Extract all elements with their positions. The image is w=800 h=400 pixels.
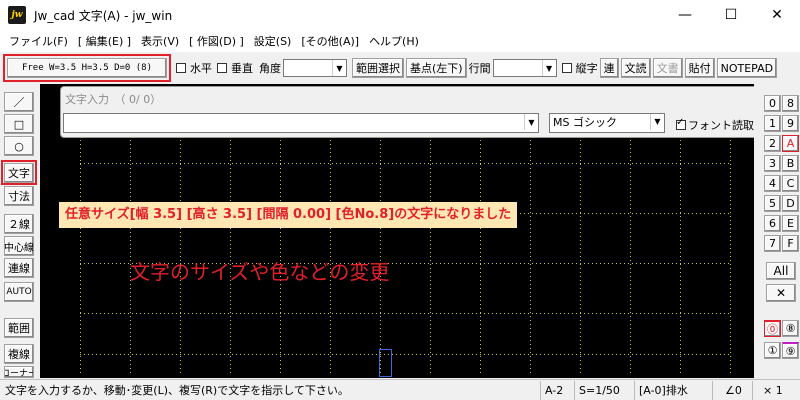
status-divider (752, 381, 753, 400)
layer-5-button[interactable]: 5 (764, 195, 781, 212)
angle-display[interactable]: ∠0 (722, 382, 745, 399)
menu-bar: ファイル(F) [ 編集(E) ] 表示(V) [ 作図(D) ] 設定(S) … (0, 30, 800, 52)
line-spacing-dropdown[interactable]: ▼ (492, 59, 557, 77)
corner-tool-button[interactable]: コーナー (4, 366, 34, 378)
window-title: Jw_cad 文字(A) - jw_win (34, 8, 173, 23)
menu-draw[interactable]: [ 作図(D) ] (184, 33, 249, 49)
layer-2-button[interactable]: 2 (764, 135, 781, 152)
layer-a-button[interactable]: A (782, 135, 799, 152)
menu-settings[interactable]: 設定(S) (249, 33, 297, 49)
layer-7-button[interactable]: 7 (764, 235, 781, 252)
layer-6-button[interactable]: 6 (764, 215, 781, 232)
layer-group-1-circle-button[interactable]: ① (764, 342, 781, 359)
rectangle-tool-button[interactable]: □ (4, 114, 34, 134)
status-divider (634, 381, 635, 400)
line-spacing-label: 行間 (468, 62, 491, 75)
menu-file[interactable]: ファイル(F) (4, 33, 73, 49)
continuous-button[interactable]: 連 (599, 58, 619, 78)
paper-size[interactable]: A-2 (542, 382, 566, 399)
layer-4-button[interactable]: 4 (764, 175, 781, 192)
font-name: MS ゴシック (553, 116, 617, 129)
layer-group-9-circle-button[interactable]: ⑨ (782, 342, 799, 359)
status-bar: 文字を入力するか、移動･変更(L)、複写(R)で文字を指示して下さい。 A-2 … (0, 379, 800, 400)
offset-line-tool-button[interactable]: 複線 (4, 344, 34, 364)
menu-view[interactable]: 表示(V) (136, 33, 184, 49)
layer-group-8-button[interactable]: 8 (782, 95, 799, 112)
layer-c-button[interactable]: C (782, 175, 799, 192)
layer-toolbar: 0 8 1 9 2 A 3 B 4 C 5 D 6 E 7 F All ✕ ⓪ … (762, 92, 800, 378)
font-read-checkbox[interactable] (676, 117, 686, 130)
circle-tool-button[interactable]: ○ (4, 136, 34, 156)
layer-display[interactable]: [A-0]排水 (636, 382, 691, 399)
base-point-button[interactable]: 基点(左下) (406, 58, 467, 78)
font-dropdown[interactable]: MS ゴシック ▼ (549, 113, 665, 133)
text-input-panel: 文字入力 （ 0/ 0） ▼ MS ゴシック ▼ フォント読取 (60, 86, 754, 138)
left-toolbar: ／ □ ○ 文字 寸法 ２線 中心線 連線 AUTO 範囲 複線 コーナー (0, 86, 40, 378)
center-line-tool-button[interactable]: 中心線 (4, 236, 34, 256)
layer-e-button[interactable]: E (782, 215, 799, 232)
free-size-highlight: Free W=3.5 H=3.5 D=0 (8) (3, 54, 171, 82)
vertical-text-checkbox[interactable] (561, 63, 572, 73)
layer-group-0-button[interactable]: 0 (764, 95, 781, 112)
maximize-button[interactable]: ☐ (708, 0, 754, 30)
factor-display[interactable]: × 1 (760, 382, 786, 399)
text-toolbar: Free W=3.5 H=3.5 D=0 (8) 水平 垂直 角度 ▼ 範囲選択… (0, 53, 800, 83)
status-divider (712, 381, 713, 400)
layer-group-8-circle-button[interactable]: ⑧ (782, 320, 799, 337)
chevron-down-icon: ▼ (650, 114, 664, 130)
layer-b-button[interactable]: B (782, 155, 799, 172)
paste-button[interactable]: 貼付 (684, 58, 715, 78)
horizontal-checkbox[interactable] (176, 63, 186, 73)
close-button[interactable]: ✕ (754, 0, 800, 30)
menu-help[interactable]: ヘルプ(H) (364, 33, 424, 49)
chevron-down-icon: ▼ (541, 60, 556, 76)
text-input-field[interactable]: ▼ (63, 113, 539, 133)
line-tool-button[interactable]: ／ (4, 92, 34, 112)
font-read-label: フォント読取 (688, 119, 754, 132)
horizontal-label: 水平 (190, 62, 212, 75)
result-message: 任意サイズ[幅 3.5] [高さ 3.5] [間隔 0.00] [色No.8]の… (59, 202, 518, 228)
free-size-button[interactable]: Free W=3.5 H=3.5 D=0 (8) (7, 58, 167, 78)
status-divider (540, 381, 541, 400)
read-text-button[interactable]: 文読 (620, 58, 651, 78)
minimize-button[interactable]: — (662, 0, 708, 30)
title-bar: jw Jw_cad 文字(A) - jw_win — ☐ ✕ (0, 0, 800, 30)
status-message: 文字を入力するか、移動･変更(L)、複写(R)で文字を指示して下さい。 (5, 384, 349, 397)
status-divider (574, 381, 575, 400)
app-logo-icon: jw (8, 6, 26, 24)
all-layers-button[interactable]: All (766, 262, 796, 280)
layer-3-button[interactable]: 3 (764, 155, 781, 172)
text-input-label: 文字入力 （ 0/ 0） (65, 93, 162, 106)
vertical-text-label: 縦字 (575, 62, 598, 75)
text-tool-button[interactable]: 文字 (4, 163, 34, 183)
double-line-tool-button[interactable]: ２線 (4, 214, 34, 234)
cross-icon[interactable]: ✕ (766, 284, 796, 302)
write-text-button[interactable]: 文書 (652, 58, 683, 78)
vertical-checkbox[interactable] (217, 63, 227, 73)
menu-edit[interactable]: [ 編集(E) ] (73, 33, 136, 49)
layer-d-button[interactable]: D (782, 195, 799, 212)
text-cursor-box (379, 349, 392, 377)
font-read-option[interactable]: フォント読取 (673, 117, 754, 133)
angle-dropdown[interactable]: ▼ (283, 59, 347, 77)
layer-group-9-button[interactable]: 9 (782, 115, 799, 132)
layer-f-button[interactable]: F (782, 235, 799, 252)
chevron-down-icon: ▼ (332, 60, 346, 76)
menu-other[interactable]: [その他(A)] (296, 33, 364, 49)
chevron-down-icon[interactable]: ▼ (524, 114, 538, 130)
drawing-canvas[interactable]: 文字入力 （ 0/ 0） ▼ MS ゴシック ▼ フォント読取 任意サイズ[幅 … (40, 84, 754, 378)
vertical-label: 垂直 (231, 62, 253, 75)
continuous-line-tool-button[interactable]: 連線 (4, 258, 34, 278)
range-tool-button[interactable]: 範囲 (4, 318, 34, 338)
heading-text: 文字のサイズや色などの変更 (130, 260, 390, 284)
auto-mode-button[interactable]: AUTO (4, 282, 34, 302)
layer-group-1-button[interactable]: 1 (764, 115, 781, 132)
notepad-button[interactable]: NOTEPAD (716, 58, 778, 78)
angle-label: 角度 (259, 62, 281, 75)
layer-group-0-circle-button[interactable]: ⓪ (764, 320, 781, 337)
scale-display[interactable]: S=1/50 (576, 382, 623, 399)
range-select-button[interactable]: 範囲選択 (352, 58, 404, 78)
dimension-tool-button[interactable]: 寸法 (4, 186, 34, 206)
